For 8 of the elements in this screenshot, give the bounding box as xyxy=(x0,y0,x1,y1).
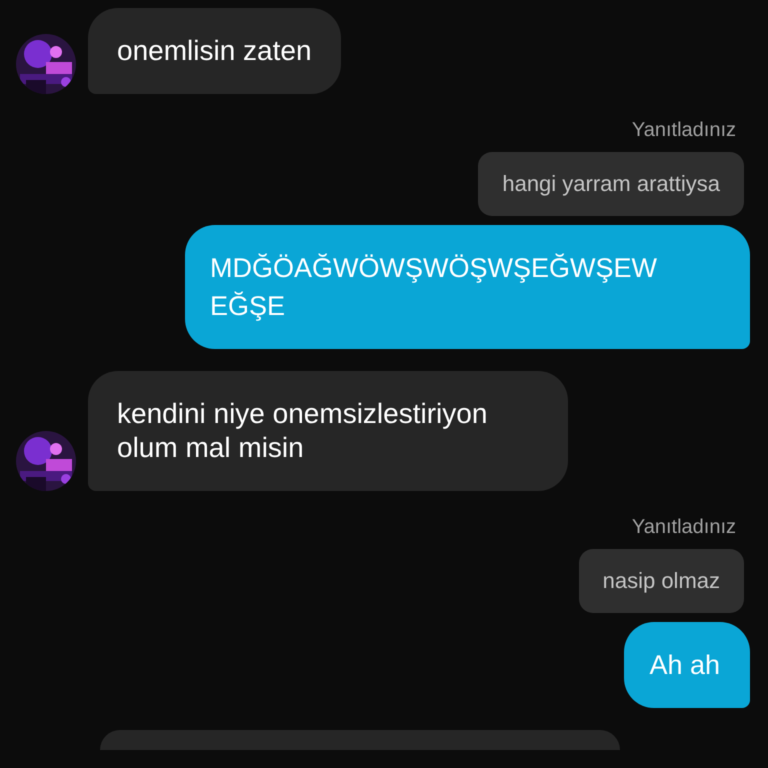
message-bubble: onemlisin zaten xyxy=(88,8,341,94)
quoted-message: hangi yarram arattiysa xyxy=(478,152,744,216)
message-bubble: kendini niye onemsizlestiriyon olum mal misin xyxy=(88,371,568,491)
reply-label: Yanıtladınız xyxy=(632,118,736,142)
reply-label: Yanıtladınız xyxy=(632,515,736,539)
quoted-message: nasip olmaz xyxy=(578,549,744,613)
message-bubble: Ah ah xyxy=(624,622,750,708)
message-bubble: MDĞÖAĞWÖWŞWÖŞWŞEĞWŞEW EĞŞE xyxy=(185,225,750,349)
